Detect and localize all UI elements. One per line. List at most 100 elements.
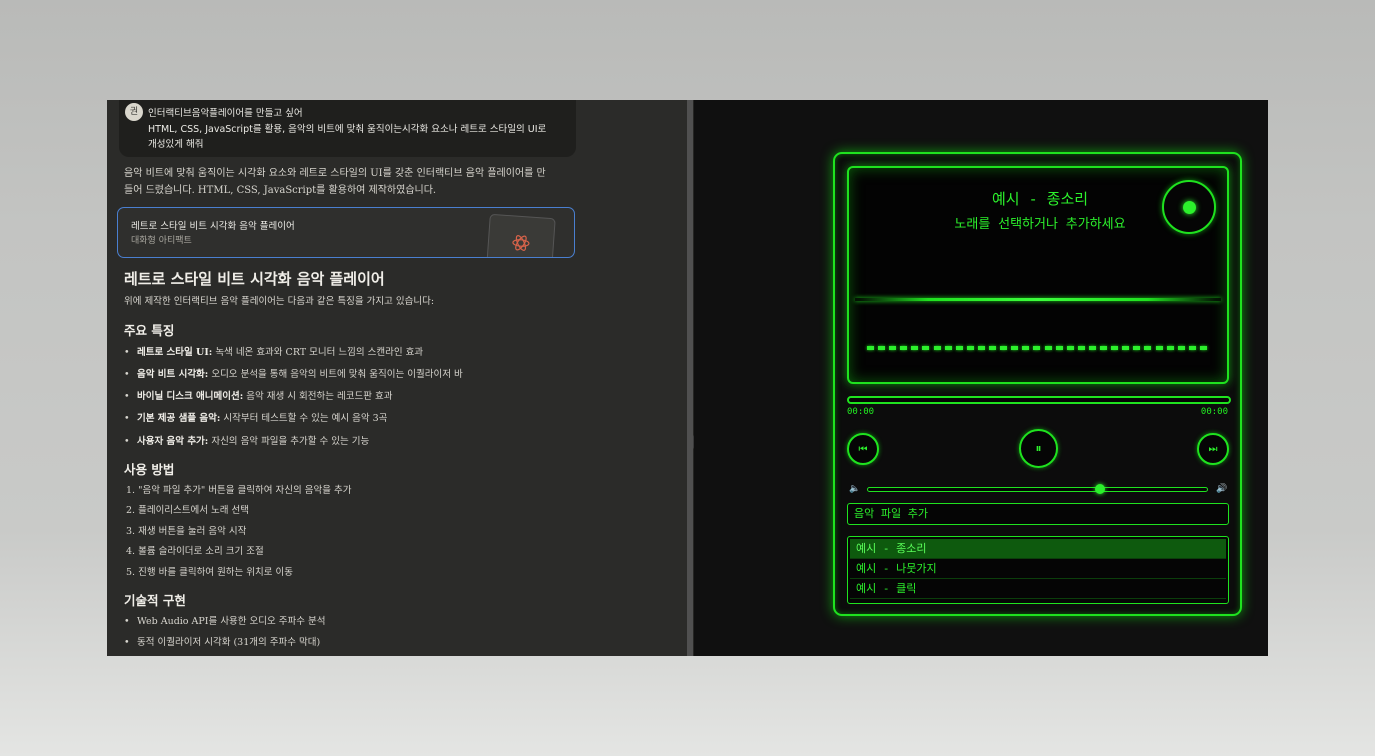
pane-divider[interactable] [687,100,693,656]
duration-time: 00:00 [1200,407,1228,417]
volume-slider[interactable] [867,484,1208,494]
equalizer-bar [867,346,874,350]
equalizer-bar [989,346,997,350]
feature-text: 자신의 음악 파일을 추가할 수 있는 기능 [208,436,370,447]
user-message-line: HTML, CSS, JavaScript를 활용, 음악의 비트에 맞춰 움직… [148,124,547,135]
feature-text: 녹색 네온 효과와 CRT 모니터 느낌의 스캔라인 효과 [212,347,424,358]
feature-item: • 레트로 스타일 UI: 녹색 네온 효과와 CRT 모니터 느낌의 스캔라인 … [124,347,424,358]
tech-item: • Web Audio API를 사용한 오디오 주파수 분석 [124,616,326,627]
playlist: 예시 - 종소리 예시 - 나뭇가지 예시 - 클릭 [847,536,1229,604]
intro-line: 들어 드렸습니다. HTML, CSS, JavaScript를 활용하여 제작… [124,185,437,196]
tech-heading: 기술적 구현 [124,593,186,608]
play-pause-button[interactable]: ⏸ [1019,429,1058,468]
equalizer-bar [1122,346,1130,350]
playlist-item[interactable]: 예시 - 종소리 [850,539,1226,559]
feature-item: • 사용자 음악 추가: 자신의 음악 파일을 추가할 수 있는 기능 [124,436,370,447]
features-heading: 주요 특징 [124,323,175,338]
equalizer-bar [1111,346,1119,350]
equalizer-bar [1044,346,1052,350]
equalizer-bar [1100,346,1108,350]
equalizer-bar [1177,346,1185,350]
user-message-line: 개성있게 해줘 [148,139,204,150]
feature-item: • 음악 비트 시각화: 오디오 분석을 통해 음악의 비트에 맞춰 움직이는 이… [124,369,463,380]
user-message: 권 인터랙티브음악플레이어를 만들고 싶어 HTML, CSS, JavaScr… [119,100,576,157]
equalizer-bar [933,346,941,350]
next-button[interactable]: ⏭ [1197,433,1229,465]
equalizer-bar [922,346,930,350]
equalizer-bar [1011,346,1019,350]
react-atom-icon [512,235,530,251]
feature-bold: 사용자 음악 추가: [137,436,209,447]
artifact-thumbnail [486,213,556,257]
volume-low-icon: 🔈 [849,484,861,494]
equalizer-bar [1199,346,1207,350]
usage-item: 3. 재생 버튼을 눌러 음악 시작 [126,526,247,537]
tech-item: • 동적 이퀄라이저 시각화 (31개의 주파수 막대) [124,637,321,648]
equalizer-bar [1188,346,1196,350]
volume-thumb[interactable] [1095,484,1105,494]
equalizer-bar [1077,346,1085,350]
equalizer-bar [900,346,908,350]
equalizer-bar [1066,346,1074,350]
scanline [855,298,1221,301]
equalizer-bar [1155,346,1163,350]
equalizer-bar [889,346,897,350]
previous-button[interactable]: ⏮ [847,433,879,465]
equalizer-bar [1022,346,1030,350]
equalizer-bar [878,346,886,350]
chat-pane: 권 인터랙티브음악플레이어를 만들고 싶어 HTML, CSS, JavaScr… [107,100,688,656]
usage-item: 2. 플레이리스트에서 노래 선택 [126,505,250,516]
equalizer-bar [1166,346,1174,350]
music-player: 예시 - 종소리 노래를 선택하거나 추가하세요 00:00 00:00 ⏮ ⏸… [833,152,1242,616]
feature-item: • 기본 제공 샘플 음악: 시작부터 테스트할 수 있는 예시 음악 3곡 [124,413,388,424]
response-heading: 레트로 스타일 비트 시각화 음악 플레이어 [124,270,385,288]
pause-icon: ⏸ [1035,441,1042,455]
equalizer-bar [1144,346,1152,350]
equalizer-bar [1088,346,1096,350]
usage-heading: 사용 방법 [124,462,175,477]
current-time: 00:00 [847,407,875,417]
equalizer [867,346,1211,351]
equalizer-bar [1033,346,1041,350]
app-window: 권 인터랙티브음악플레이어를 만들고 싶어 HTML, CSS, JavaScr… [107,100,1268,656]
equalizer-bar [966,346,974,350]
disc-center [1183,201,1196,214]
artifact-title: 레트로 스타일 비트 시각화 음악 플레이어 [131,221,295,232]
usage-item: 5. 진행 바를 클릭하여 원하는 위치로 이동 [126,567,294,578]
player-screen: 예시 - 종소리 노래를 선택하거나 추가하세요 [847,166,1229,384]
feature-bold: 바이닐 디스크 애니메이션: [137,391,244,402]
assistant-intro: 음악 비트에 맞춰 움직이는 시각화 요소와 레트로 스타일의 UI를 갖춘 인… [124,165,569,199]
response-description: 위에 제작한 인터랙티브 음악 플레이어는 다음과 같은 특징을 가지고 있습니… [124,296,435,307]
tech-text: Web Audio API를 사용한 오디오 주파수 분석 [137,616,326,627]
usage-item: 4. 볼륨 슬라이더로 소리 크기 조절 [126,546,264,557]
avatar: 권 [125,103,143,121]
feature-text: 오디오 분석을 통해 음악의 비트에 맞춰 움직이는 이퀄라이저 바 [208,369,463,380]
feature-bold: 음악 비트 시각화: [137,369,209,380]
equalizer-bar [911,346,919,350]
volume-high-icon: 🔊 [1216,484,1228,494]
tech-text: 동적 이퀄라이저 시각화 (31개의 주파수 막대) [137,637,321,648]
usage-item: 1. "음악 파일 추가" 버튼을 클릭하여 자신의 음악을 추가 [126,485,352,496]
artifact-card[interactable]: 레트로 스타일 비트 시각화 음악 플레이어 대화형 아티팩트 [117,207,575,258]
playlist-item[interactable]: 예시 - 나뭇가지 [850,559,1226,579]
feature-bold: 기본 제공 샘플 음악: [137,413,221,424]
feature-text: 음악 재생 시 회전하는 레코드판 효과 [243,391,393,402]
feature-text: 시작부터 테스트할 수 있는 예시 음악 3곡 [220,413,388,424]
previous-icon: ⏮ [858,443,868,455]
equalizer-bar [977,346,985,350]
feature-item: • 바이닐 디스크 애니메이션: 음악 재생 시 회전하는 레코드판 효과 [124,391,393,402]
intro-line: 음악 비트에 맞춰 움직이는 시각화 요소와 레트로 스타일의 UI를 갖춘 인… [124,168,546,179]
progress-bar[interactable] [847,396,1231,404]
add-file-button[interactable]: 음악 파일 추가 [847,503,1229,525]
equalizer-bar [944,346,952,350]
feature-bold: 레트로 스타일 UI: [137,347,213,358]
vinyl-disc-icon [1162,180,1216,234]
artifact-preview: 예시 - 종소리 노래를 선택하거나 추가하세요 00:00 00:00 ⏮ ⏸… [694,100,1268,656]
next-icon: ⏭ [1208,443,1218,455]
artifact-subtitle: 대화형 아티팩트 [131,236,192,246]
user-message-line: 인터랙티브음악플레이어를 만들고 싶어 [148,108,303,119]
equalizer-bar [1055,346,1063,350]
playlist-item[interactable]: 예시 - 클릭 [850,579,1226,599]
equalizer-bar [955,346,963,350]
equalizer-bar [1133,346,1141,350]
